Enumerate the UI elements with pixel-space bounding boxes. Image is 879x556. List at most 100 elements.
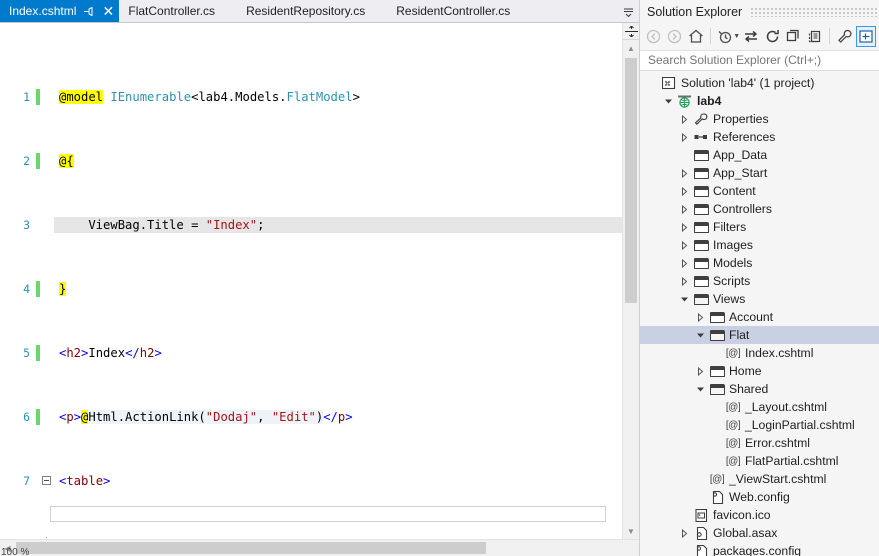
chevron-right-icon[interactable]	[676, 204, 692, 214]
tree-item-favicon-ico[interactable]: favicon.ico	[640, 506, 879, 524]
folder-open-icon	[708, 329, 726, 342]
fold-area[interactable]	[40, 473, 54, 489]
cshtml-icon: [@]	[725, 347, 741, 359]
tree-item-images[interactable]: Images	[640, 236, 879, 254]
code-line: 6 <p>@Html.ActionLink("Dodaj", "Edit")</p…	[0, 409, 622, 425]
tree-item-app-data[interactable]: App_Data	[640, 146, 879, 164]
chevron-right-icon[interactable]	[676, 132, 692, 142]
tree-item-filters[interactable]: Filters	[640, 218, 879, 236]
preview-selected-items-icon[interactable]	[855, 25, 877, 47]
tree-item-error-cshtml[interactable]: [@] Error.cshtml	[640, 434, 879, 452]
back-icon[interactable]	[643, 26, 663, 47]
pending-changes-icon[interactable]	[715, 26, 735, 47]
collapse-all-icon[interactable]	[784, 26, 804, 47]
tree-item-flatpartial-cshtml[interactable]: [@] FlatPartial.cshtml	[640, 452, 879, 470]
tree-item-lab4[interactable]: lab4	[640, 92, 879, 110]
tree-item-label: _Layout.cshtml	[745, 400, 827, 415]
tree-item-web-config[interactable]: Web.config	[640, 488, 879, 506]
editor-horizontal-scrollbar[interactable]: ◀ 100 %	[0, 539, 639, 556]
forward-icon[interactable]	[664, 26, 684, 47]
folder-icon	[692, 275, 710, 288]
tree-item-home[interactable]: Home	[640, 362, 879, 380]
panel-drag-grip[interactable]	[750, 6, 879, 17]
chevron-down-icon[interactable]	[692, 331, 708, 340]
tab-flatcontroller-cs[interactable]: FlatController.cs	[119, 0, 238, 22]
chevron-right-icon[interactable]	[692, 366, 708, 376]
code-text: <h2>Index</h2>	[59, 346, 162, 360]
refresh-icon[interactable]	[762, 26, 782, 47]
tree-item-label: Account	[729, 310, 774, 325]
chevron-right-icon[interactable]	[676, 114, 692, 124]
chevron-right-icon[interactable]	[676, 240, 692, 250]
cshtml-icon: [@]	[725, 437, 741, 449]
show-all-files-icon[interactable]	[805, 26, 825, 47]
search-solution-explorer-field[interactable]	[640, 49, 879, 72]
tree-item-index-cshtml[interactable]: [@] Index.cshtml	[640, 344, 879, 362]
chevron-right-icon[interactable]	[676, 276, 692, 286]
scroll-down-button[interactable]: ▼	[623, 524, 639, 539]
tree-item-controllers[interactable]: Controllers	[640, 200, 879, 218]
tree-item-global-asax[interactable]: Global.asax	[640, 524, 879, 542]
vertical-scroll-thumb[interactable]	[625, 58, 637, 303]
tab-residentrepository-cs[interactable]: ResidentRepository.cs	[237, 0, 388, 22]
tree-item-viewstart-cshtml[interactable]: [@] _ViewStart.cshtml	[640, 470, 879, 488]
folder-icon	[692, 149, 710, 162]
tree-item-references[interactable]: References	[640, 128, 879, 146]
tree-item-flat[interactable]: Flat	[640, 326, 879, 345]
tab-residentcontroller-cs[interactable]: ResidentController.cs	[387, 0, 533, 22]
editor-split-grip[interactable]	[623, 23, 639, 40]
tree-item-layout-cshtml[interactable]: [@] _Layout.cshtml	[640, 398, 879, 416]
chevron-right-icon[interactable]	[676, 222, 692, 232]
horizontal-scroll-thumb[interactable]	[16, 542, 486, 554]
tree-item-label: _ViewStart.cshtml	[729, 472, 827, 487]
code-editor[interactable]: 1 @model IEnumerable<lab4.Models.FlatMode…	[0, 22, 639, 539]
tree-item-properties[interactable]: Properties	[640, 110, 879, 128]
folder-icon	[692, 239, 710, 252]
chevron-right-icon[interactable]	[676, 528, 692, 538]
sync-with-active-document-icon[interactable]	[741, 26, 761, 47]
tree-item-packages-config[interactable]: packages.config	[640, 542, 879, 556]
chevron-down-icon[interactable]: ▼	[733, 33, 740, 40]
tree-item-app-start[interactable]: App_Start	[640, 164, 879, 182]
code-text: ViewBag.Title = "Index";	[54, 217, 622, 233]
solution-explorer-toolbar: ▼	[640, 23, 879, 49]
tree-item-label: Images	[713, 238, 753, 253]
scroll-up-button[interactable]: ▲	[623, 41, 639, 56]
editor-vertical-scrollbar[interactable]: ▲ ▼	[622, 23, 639, 539]
tree-item-loginpartial-cshtml[interactable]: [@] _LoginPartial.cshtml	[640, 416, 879, 434]
tab-index-cshtml[interactable]: Index.cshtml ✕	[0, 0, 120, 22]
tree-item-label: Global.asax	[713, 526, 778, 541]
properties-icon[interactable]	[834, 26, 854, 47]
chevron-down-icon[interactable]	[692, 385, 708, 394]
chevron-down-icon[interactable]	[619, 0, 637, 22]
tree-item-solution-lab4-1-project[interactable]: ⌘ Solution 'lab4' (1 project)	[640, 74, 879, 92]
chevron-down-icon[interactable]	[676, 295, 692, 304]
tree-item-scripts[interactable]: Scripts	[640, 272, 879, 290]
tree-item-content[interactable]: Content	[640, 182, 879, 200]
tree-item-models[interactable]: Models	[640, 254, 879, 272]
chevron-right-icon[interactable]	[692, 312, 708, 322]
chevron-right-icon[interactable]	[676, 168, 692, 178]
line-number: 7	[23, 474, 30, 488]
tree-item-label: Solution 'lab4' (1 project)	[681, 76, 815, 91]
tree-item-views[interactable]: Views	[640, 290, 879, 308]
fold-area	[40, 345, 54, 361]
tree-item-account[interactable]: Account	[640, 308, 879, 326]
solution-tree[interactable]: ⌘ Solution 'lab4' (1 project) lab4 Properti…	[640, 71, 879, 556]
chevron-right-icon[interactable]	[676, 258, 692, 268]
chevron-down-icon[interactable]	[660, 97, 676, 106]
fold-area	[40, 281, 54, 297]
zoom-level-label[interactable]: 100 %	[1, 547, 29, 556]
tree-item-shared[interactable]: Shared	[640, 380, 879, 398]
search-input[interactable]	[646, 52, 879, 69]
code-line: 7 <table>	[0, 473, 622, 489]
code-viewport[interactable]: 1 @model IEnumerable<lab4.Models.FlatMode…	[0, 23, 622, 539]
chevron-right-icon[interactable]	[676, 186, 692, 196]
home-icon[interactable]	[686, 26, 706, 47]
code-line: 1 @model IEnumerable<lab4.Models.FlatMode…	[0, 89, 622, 105]
tree-item-label: _LoginPartial.cshtml	[745, 418, 855, 433]
pin-icon[interactable]	[80, 3, 96, 19]
code-text: <p>@Html.ActionLink("Dodaj", "Edit")</p>	[59, 410, 353, 424]
tree-item-label: Shared	[729, 382, 769, 397]
close-icon[interactable]: ✕	[100, 3, 116, 19]
